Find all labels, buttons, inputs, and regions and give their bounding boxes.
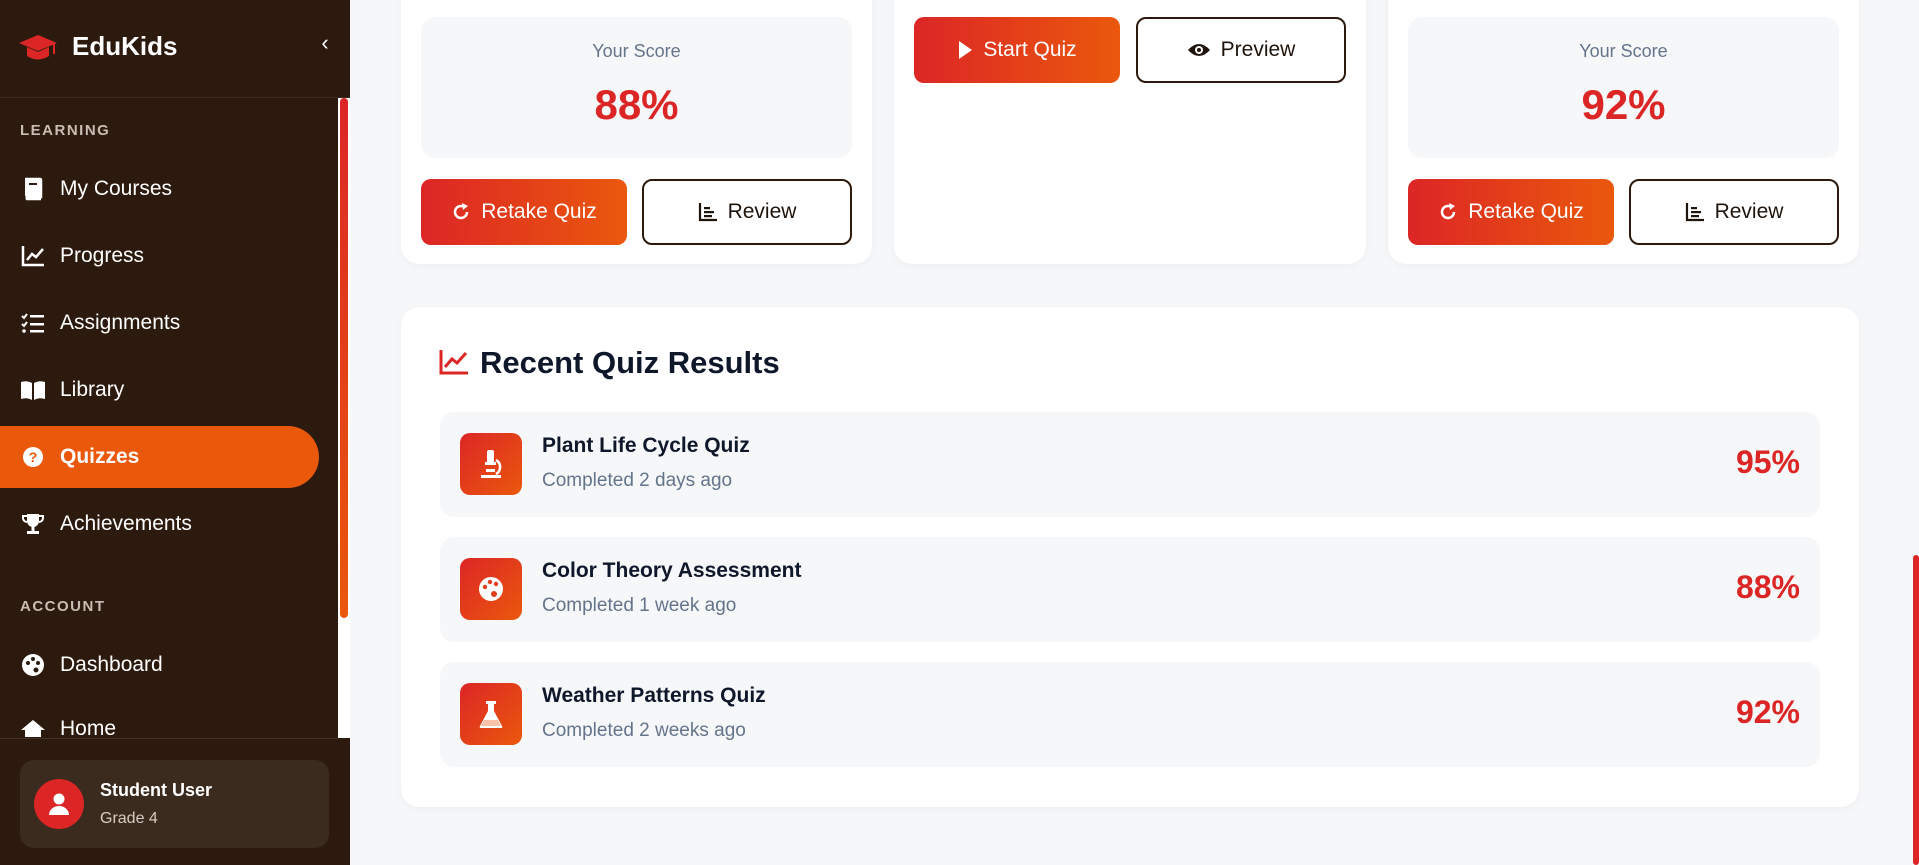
retake-quiz-label: Retake Quiz	[481, 200, 597, 223]
review-button[interactable]: Review	[642, 179, 852, 245]
score-value: 92%	[1581, 81, 1666, 128]
result-time: Completed 1 week ago	[542, 595, 737, 616]
page-scrollbar-thumb[interactable]	[1913, 555, 1919, 865]
preview-button[interactable]: Preview	[1136, 17, 1346, 83]
microscope-icon	[460, 433, 522, 495]
chart-line-icon	[20, 243, 46, 269]
chart-line-icon	[439, 350, 468, 375]
quiz-card: Start Quiz Preview	[894, 0, 1366, 264]
avatar	[34, 779, 84, 829]
trophy-icon	[20, 511, 46, 537]
sidebar-scrollbar-thumb[interactable]	[340, 98, 348, 618]
start-quiz-label: Start Quiz	[983, 38, 1077, 61]
user-name: Student User	[100, 780, 213, 800]
collapse-sidebar-icon[interactable]: ‹	[312, 30, 338, 56]
question-circle-icon: ?	[20, 444, 46, 470]
palette-icon	[20, 652, 46, 678]
chart-bar-icon	[1685, 203, 1704, 222]
sidebar-item-label: My Courses	[60, 177, 173, 200]
user-grade: Grade 4	[100, 810, 158, 827]
quiz-card: Your Score 88% Retake Quiz Review	[401, 0, 872, 264]
start-quiz-button[interactable]: Start Quiz	[914, 17, 1120, 83]
score-box: Your Score 88%	[421, 17, 852, 158]
sidebar-item-label: Assignments	[60, 311, 181, 334]
list-item[interactable]: Weather Patterns Quiz Completed 2 weeks …	[440, 662, 1820, 767]
sidebar-item-label: Quizzes	[60, 445, 140, 468]
flask-icon	[460, 683, 522, 745]
sidebar-item-my-courses[interactable]: My Courses	[0, 158, 319, 220]
book-icon	[20, 176, 46, 202]
graduation-cap-icon	[19, 35, 57, 60]
retake-quiz-button[interactable]: Retake Quiz	[421, 179, 627, 245]
section-label-learning: LEARNING	[20, 122, 111, 139]
review-button[interactable]: Review	[1629, 179, 1839, 245]
svg-text:?: ?	[29, 449, 38, 465]
review-label: Review	[727, 200, 797, 223]
sidebar-item-home[interactable]: Home	[0, 701, 319, 737]
sidebar-item-label: Achievements	[60, 512, 192, 535]
list-check-icon	[20, 310, 46, 336]
sidebar-item-dashboard[interactable]: Dashboard	[0, 634, 319, 696]
result-name: Weather Patterns Quiz	[542, 684, 766, 707]
result-score: 95%	[1735, 444, 1800, 480]
sidebar-item-label: Library	[60, 378, 125, 401]
score-box: Your Score 92%	[1408, 17, 1839, 158]
preview-label: Preview	[1220, 38, 1296, 61]
result-name: Color Theory Assessment	[542, 559, 802, 582]
sidebar-item-achievements[interactable]: Achievements	[0, 493, 319, 555]
open-book-icon	[20, 377, 46, 403]
redo-icon	[454, 203, 469, 220]
divider	[0, 738, 338, 739]
sidebar: EduKids ‹ LEARNING My Courses Progress A…	[0, 0, 350, 865]
sidebar-item-label: Progress	[60, 244, 145, 267]
section-label-account: ACCOUNT	[20, 598, 106, 615]
sidebar-item-label: Home	[60, 717, 117, 737]
score-value: 88%	[594, 81, 679, 128]
result-time: Completed 2 days ago	[542, 470, 733, 491]
list-item[interactable]: Plant Life Cycle Quiz Completed 2 days a…	[440, 412, 1820, 517]
play-icon	[959, 41, 973, 59]
brand: EduKids ‹	[0, 0, 350, 98]
score-label: Your Score	[1579, 41, 1668, 61]
palette-icon	[460, 558, 522, 620]
redo-icon	[1441, 203, 1456, 220]
user-icon	[49, 793, 69, 815]
sidebar-item-label: Dashboard	[60, 653, 163, 676]
eye-icon	[1187, 44, 1210, 56]
score-label: Your Score	[592, 41, 681, 61]
retake-quiz-label: Retake Quiz	[1468, 200, 1584, 223]
result-time: Completed 2 weeks ago	[542, 720, 746, 741]
list-item[interactable]: Color Theory Assessment Completed 1 week…	[440, 537, 1820, 642]
result-score: 88%	[1735, 569, 1800, 605]
review-label: Review	[1714, 200, 1784, 223]
result-score: 92%	[1735, 694, 1800, 730]
sidebar-item-progress[interactable]: Progress	[0, 225, 319, 287]
sidebar-item-library[interactable]: Library	[0, 359, 319, 421]
sidebar-item-quizzes[interactable]: ? Quizzes	[0, 426, 319, 488]
chart-bar-icon	[698, 203, 717, 222]
sidebar-item-assignments[interactable]: Assignments	[0, 292, 319, 354]
quiz-card: Your Score 92% Retake Quiz Review	[1388, 0, 1859, 264]
home-icon	[20, 717, 46, 737]
recent-results-title: Recent Quiz Results	[480, 345, 780, 380]
brand-name: EduKids	[72, 31, 178, 61]
result-name: Plant Life Cycle Quiz	[542, 434, 750, 457]
user-card[interactable]: Student User Grade 4	[20, 760, 329, 848]
retake-quiz-button[interactable]: Retake Quiz	[1408, 179, 1614, 245]
